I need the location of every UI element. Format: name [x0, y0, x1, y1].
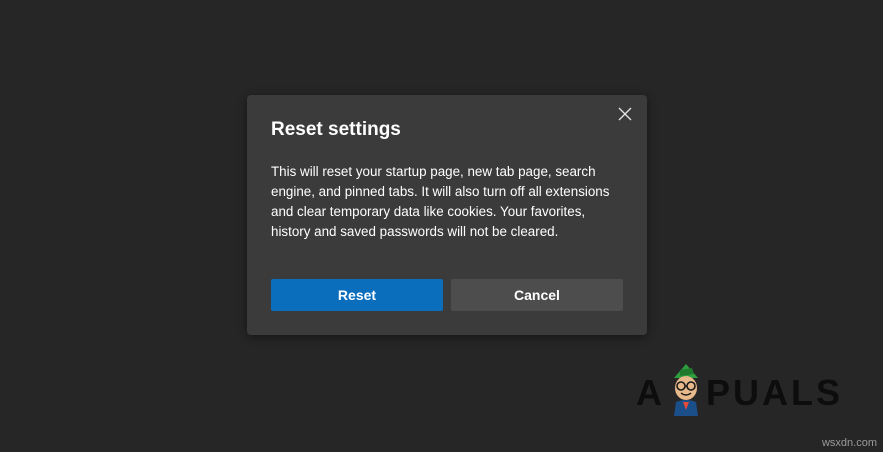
- dialog-message: This will reset your startup page, new t…: [271, 164, 610, 239]
- reset-button[interactable]: Reset: [271, 279, 443, 311]
- dialog-title: Reset settings: [271, 119, 401, 140]
- appuals-watermark: A PUALS: [636, 360, 846, 416]
- close-button[interactable]: [615, 104, 635, 124]
- site-watermark: wsxdn.com: [821, 437, 877, 449]
- close-icon: [618, 107, 632, 121]
- cancel-button[interactable]: Cancel: [451, 279, 623, 311]
- watermark-letters-puals: PUALS: [706, 372, 844, 413]
- mascot-icon: [674, 364, 698, 416]
- reset-settings-dialog: Reset settings This will reset your star…: [247, 95, 647, 335]
- watermark-letter-a: A: [636, 372, 664, 413]
